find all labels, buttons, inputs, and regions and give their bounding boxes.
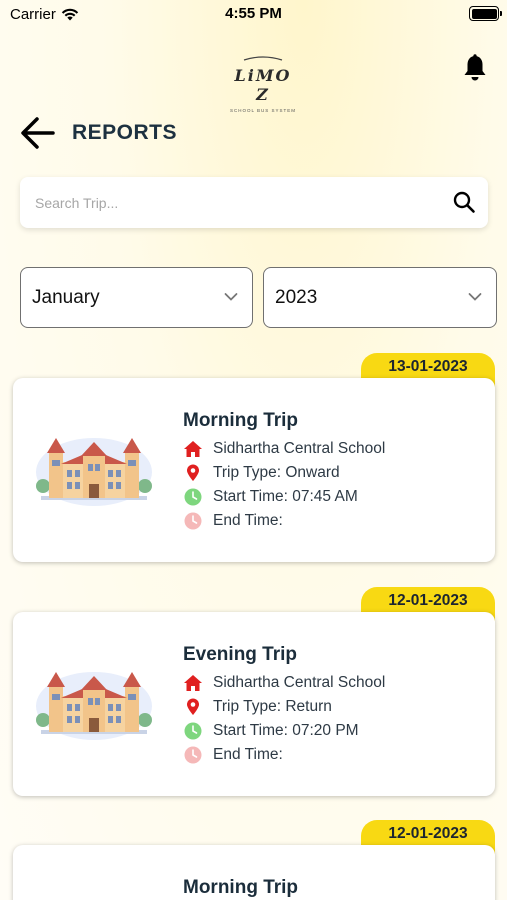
trip-title: Morning Trip — [183, 410, 299, 431]
end-time-row: End Time: — [183, 746, 283, 764]
start-time: Start Time: 07:45 AM — [213, 488, 358, 505]
trip-title: Morning Trip — [183, 877, 299, 898]
page-title: REPORTS — [72, 121, 178, 144]
clock: 4:55 PM — [225, 5, 282, 22]
app-logo: LiMO Z SCHOOL BUS SYSTEM — [226, 48, 300, 113]
search-icon[interactable] — [452, 190, 476, 214]
year-dropdown[interactable]: 2023 — [263, 267, 497, 328]
school-row: Sidhartha Central School — [183, 674, 385, 692]
end-time: End Time: — [213, 746, 283, 763]
home-icon — [184, 675, 202, 691]
logo-swoosh — [243, 56, 283, 61]
clock-pink-icon — [184, 746, 202, 764]
home-icon — [184, 441, 202, 457]
school-building-illustration — [36, 438, 152, 506]
start-time-row: Start Time: 07:45 AM — [183, 488, 358, 506]
chevron-down-icon — [468, 293, 482, 301]
status-bar: Carrier 4:55 PM — [0, 0, 507, 28]
month-dropdown[interactable]: January — [20, 267, 253, 328]
notification-bell-icon[interactable] — [462, 54, 488, 82]
school-name: Sidhartha Central School — [213, 440, 386, 457]
back-arrow-icon[interactable] — [20, 116, 56, 150]
year-value: 2023 — [275, 286, 318, 308]
search-bar — [20, 177, 488, 228]
end-time: End Time: — [213, 512, 283, 529]
location-pin-icon — [187, 464, 199, 481]
trip-card[interactable]: Evening Trip Sidhartha Central School Tr… — [13, 612, 495, 796]
trip-card[interactable]: Morning Trip — [13, 845, 495, 900]
month-value: January — [32, 286, 100, 308]
start-time: Start Time: 07:20 PM — [213, 722, 359, 739]
school-building-illustration — [36, 672, 152, 740]
logo-tagline: SCHOOL BUS SYSTEM — [229, 108, 297, 113]
trip-title: Evening Trip — [183, 644, 298, 665]
logo-text: LiMO Z — [234, 66, 292, 104]
battery-icon — [469, 6, 502, 21]
clock-pink-icon — [184, 512, 202, 530]
end-time-row: End Time: — [183, 512, 283, 530]
start-time-row: Start Time: 07:20 PM — [183, 722, 359, 740]
trip-item: 12-01-2023 Evening Trip Sidhartha Centra… — [13, 587, 495, 799]
school-row: Sidhartha Central School — [183, 440, 385, 458]
school-name: Sidhartha Central School — [213, 674, 386, 691]
clock-green-icon — [184, 488, 202, 506]
trip-card[interactable]: Morning Trip Sidhartha Central School Tr… — [13, 378, 495, 562]
clock-green-icon — [184, 722, 202, 740]
trip-type: Trip Type: Return — [213, 698, 332, 715]
search-input[interactable] — [20, 194, 420, 211]
trip-type: Trip Type: Onward — [213, 464, 340, 481]
location-pin-icon — [187, 698, 199, 715]
trip-item: 13-01-2023 Morning Trip Sidhartha Centra… — [13, 353, 495, 565]
trip-type-row: Trip Type: Onward — [183, 464, 340, 482]
trip-item: 12-01-2023 Morning Trip — [13, 820, 495, 900]
trip-type-row: Trip Type: Return — [183, 698, 332, 716]
chevron-down-icon — [224, 293, 238, 301]
